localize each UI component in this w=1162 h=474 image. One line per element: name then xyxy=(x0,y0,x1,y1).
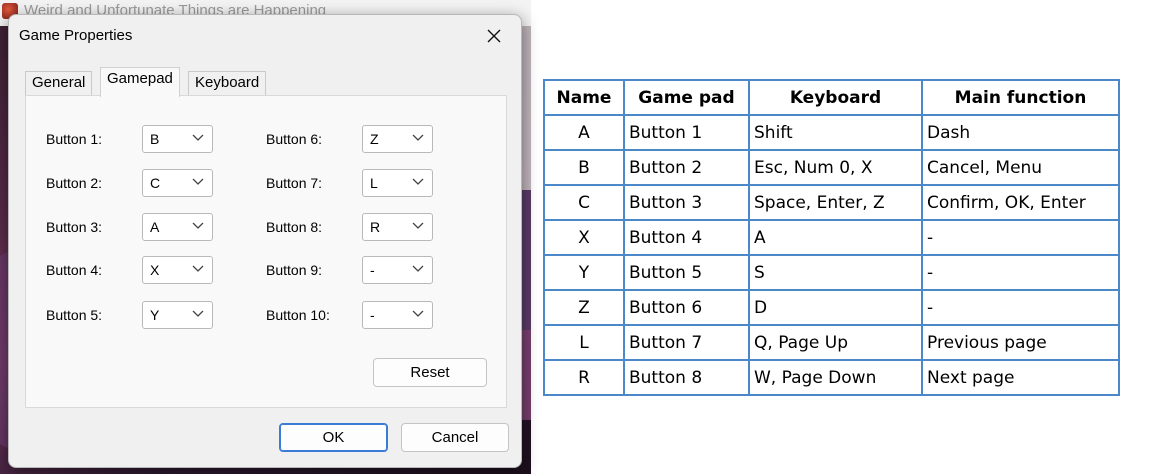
button-2-select[interactable]: C xyxy=(142,169,213,197)
cell-game-pad: Button 8 xyxy=(623,359,750,396)
button-8-label: Button 8: xyxy=(266,219,323,235)
chevron-down-icon xyxy=(412,265,424,272)
header-main-function: Main function xyxy=(921,79,1120,116)
cell-main-function: Previous page xyxy=(921,324,1120,361)
chevron-down-icon xyxy=(192,265,204,272)
chevron-down-icon xyxy=(192,310,204,317)
table-header-row: Name Game pad Keyboard Main function xyxy=(543,79,1120,116)
chevron-down-icon xyxy=(192,134,204,141)
button-8-value: R xyxy=(370,219,381,235)
button-6-label: Button 6: xyxy=(266,131,323,147)
cell-keyboard: A xyxy=(748,219,923,256)
cancel-button[interactable]: Cancel xyxy=(401,423,509,452)
close-button[interactable] xyxy=(479,21,509,51)
cell-main-function: - xyxy=(921,254,1120,291)
button-4-label: Button 4: xyxy=(46,262,103,278)
cell-name: Y xyxy=(543,254,625,291)
button-1-value: B xyxy=(150,131,160,147)
button-3-label: Button 3: xyxy=(46,219,103,235)
cell-name: R xyxy=(543,359,625,396)
chevron-down-icon xyxy=(412,134,424,141)
cell-name: B xyxy=(543,149,625,186)
button-4-value: X xyxy=(150,262,160,278)
button-7-value: L xyxy=(370,175,378,191)
cell-game-pad: Button 5 xyxy=(623,254,750,291)
button-7-label: Button 7: xyxy=(266,175,323,191)
cell-game-pad: Button 1 xyxy=(623,114,750,151)
chevron-down-icon xyxy=(412,310,424,317)
reset-button[interactable]: Reset xyxy=(373,358,487,387)
table-row: Z Button 6 D - xyxy=(543,289,1120,326)
cell-game-pad: Button 2 xyxy=(623,149,750,186)
cell-keyboard: S xyxy=(748,254,923,291)
ok-button[interactable]: OK xyxy=(279,423,388,452)
button-2-label: Button 2: xyxy=(46,175,103,191)
table-row: L Button 7 Q, Page Up Previous page xyxy=(543,324,1120,361)
tab-keyboard[interactable]: Keyboard xyxy=(188,71,267,95)
cell-keyboard: D xyxy=(748,289,923,326)
button-1-select[interactable]: B xyxy=(142,125,213,153)
button-9-select[interactable]: - xyxy=(362,256,433,284)
header-keyboard: Keyboard xyxy=(748,79,923,116)
table-row: Y Button 5 S - xyxy=(543,254,1120,291)
table-row: B Button 2 Esc, Num 0, X Cancel, Menu xyxy=(543,149,1120,186)
button-9-label: Button 9: xyxy=(266,262,323,278)
button-3-value: A xyxy=(150,219,160,235)
table-row: X Button 4 A - xyxy=(543,219,1120,256)
button-5-value: Y xyxy=(150,307,160,323)
close-icon xyxy=(487,29,501,43)
cell-name: X xyxy=(543,219,625,256)
cell-keyboard: W, Page Down xyxy=(748,359,923,396)
cell-keyboard: Space, Enter, Z xyxy=(748,184,923,221)
chevron-down-icon xyxy=(412,178,424,185)
button-1-label: Button 1: xyxy=(46,131,103,147)
cell-keyboard: Shift xyxy=(748,114,923,151)
cell-keyboard: Q, Page Up xyxy=(748,324,923,361)
cell-main-function: - xyxy=(921,289,1120,326)
cell-game-pad: Button 6 xyxy=(623,289,750,326)
cell-game-pad: Button 4 xyxy=(623,219,750,256)
button-6-value: Z xyxy=(370,131,379,147)
tab-gamepad[interactable]: Gamepad xyxy=(100,67,180,97)
cell-main-function: Confirm, OK, Enter xyxy=(921,184,1120,221)
cell-game-pad: Button 3 xyxy=(623,184,750,221)
game-properties-dialog: Game Properties General Gamepad Keyboard… xyxy=(8,14,522,468)
cell-name: C xyxy=(543,184,625,221)
chevron-down-icon xyxy=(412,222,424,229)
table-row: R Button 8 W, Page Down Next page xyxy=(543,359,1120,396)
button-5-select[interactable]: Y xyxy=(142,301,213,329)
button-6-select[interactable]: Z xyxy=(362,125,433,153)
cell-name: L xyxy=(543,324,625,361)
button-8-select[interactable]: R xyxy=(362,213,433,241)
chevron-down-icon xyxy=(192,178,204,185)
button-10-select[interactable]: - xyxy=(362,301,433,329)
cell-keyboard: Esc, Num 0, X xyxy=(748,149,923,186)
gamepad-panel: Button 1: B Button 2: C Button 3: A Butt… xyxy=(25,95,507,408)
table-row: C Button 3 Space, Enter, Z Confirm, OK, … xyxy=(543,184,1120,221)
header-name: Name xyxy=(543,79,625,116)
button-10-value: - xyxy=(370,307,375,323)
button-3-select[interactable]: A xyxy=(142,213,213,241)
chevron-down-icon xyxy=(192,222,204,229)
cell-main-function: Dash xyxy=(921,114,1120,151)
button-mapping-table: Name Game pad Keyboard Main function A B… xyxy=(543,79,1120,396)
cell-name: Z xyxy=(543,289,625,326)
cell-main-function: Next page xyxy=(921,359,1120,396)
button-9-value: - xyxy=(370,262,375,278)
button-4-select[interactable]: X xyxy=(142,256,213,284)
tab-general[interactable]: General xyxy=(25,71,93,95)
cell-name: A xyxy=(543,114,625,151)
button-10-label: Button 10: xyxy=(266,307,330,323)
button-2-value: C xyxy=(150,175,161,191)
cell-main-function: - xyxy=(921,219,1120,256)
cell-game-pad: Button 7 xyxy=(623,324,750,361)
header-game-pad: Game pad xyxy=(623,79,750,116)
dialog-title: Game Properties xyxy=(19,27,133,44)
button-7-select[interactable]: L xyxy=(362,169,433,197)
table-row: A Button 1 Shift Dash xyxy=(543,114,1120,151)
cell-main-function: Cancel, Menu xyxy=(921,149,1120,186)
button-5-label: Button 5: xyxy=(46,307,103,323)
